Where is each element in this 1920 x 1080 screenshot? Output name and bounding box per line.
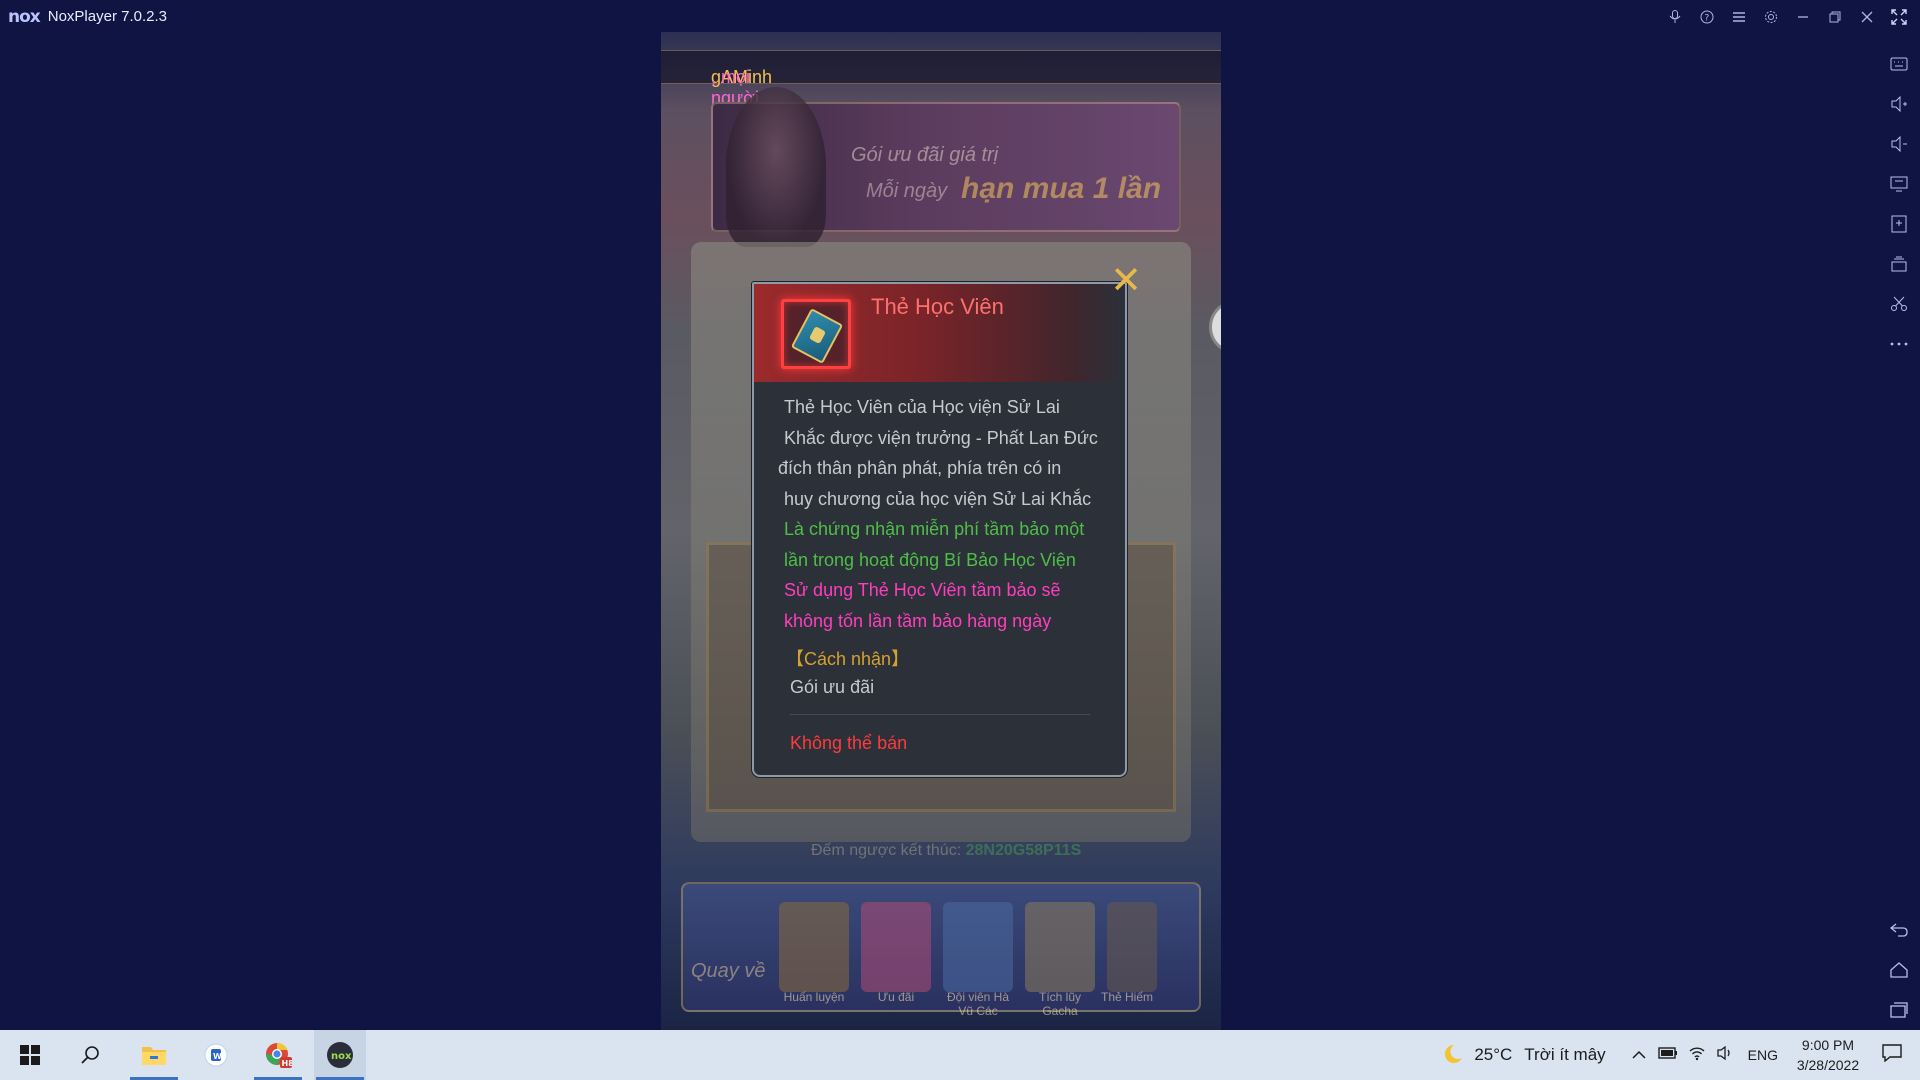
more-icon[interactable] xyxy=(1878,324,1920,364)
offer-gift-icon[interactable] xyxy=(861,902,931,992)
windows-logo-icon xyxy=(20,1045,40,1065)
countdown: Đếm ngược kết thúc: 28N20G58P11S xyxy=(811,842,1081,860)
search-button[interactable] xyxy=(64,1030,116,1080)
add-apk-icon[interactable] xyxy=(1878,204,1920,244)
rare-card-icon[interactable] xyxy=(1107,902,1157,992)
chrome-profile-badge: H8 xyxy=(282,1059,293,1068)
nox-taskbar-button[interactable]: nox xyxy=(314,1030,366,1080)
desc-line: huy chương của học viện Sử Lai Khắc xyxy=(784,488,1092,509)
offer-label: Ưu đãi xyxy=(877,990,915,1004)
android-nav-toolbar xyxy=(1878,910,1920,1030)
weather-description[interactable]: Trời ít mây xyxy=(1524,1045,1605,1065)
obtain-method-label: 【Cách nhận】 xyxy=(786,649,910,669)
input-language[interactable]: ENG xyxy=(1748,1047,1778,1063)
speaker-icon[interactable] xyxy=(1716,1045,1734,1065)
svg-text:?: ? xyxy=(1705,13,1710,23)
notifications-icon[interactable] xyxy=(1882,1044,1902,1066)
title-controls: ? xyxy=(1666,0,1908,33)
weather-temperature[interactable]: 25°C xyxy=(1474,1045,1512,1065)
battery-icon[interactable] xyxy=(1657,1046,1678,1064)
banner-line1: Gói ưu đãi giá trị xyxy=(851,144,999,166)
training-label: Huấn luyện xyxy=(783,990,845,1004)
banner-highlight: hạn mua 1 lần xyxy=(961,172,1162,205)
close-window-icon[interactable] xyxy=(1858,8,1876,26)
back-button[interactable]: Quay về xyxy=(691,960,765,983)
moon-cloud-icon xyxy=(1445,1044,1463,1063)
screen-icon[interactable] xyxy=(1878,164,1920,204)
search-icon xyxy=(81,1046,99,1064)
team-member-label: Đội viên Hà Vũ Các xyxy=(946,990,1010,1018)
benefit-line: lần trong hoạt động Bí Bảo Học Viện xyxy=(784,549,1076,570)
system-tray: 25°C Trời ít mây ENG 9:00 PM 3/28/2022 xyxy=(1440,1030,1920,1080)
popup-header: Thẻ Học Viên xyxy=(754,284,1125,382)
recent-apps-icon[interactable] xyxy=(1878,990,1920,1030)
start-button[interactable] xyxy=(4,1030,56,1080)
desc-line: đích thân phân phát, phía trên có in xyxy=(778,458,1062,478)
svg-text:W: W xyxy=(213,1052,222,1061)
multi-instance-icon[interactable] xyxy=(1878,244,1920,284)
side-toggle-button[interactable] xyxy=(1209,300,1221,354)
item-description: Thẻ Học Viên của Học viện Sử Lai Khắc đư… xyxy=(778,392,1119,636)
chevron-up-icon[interactable] xyxy=(1632,1047,1646,1064)
nox-app-icon: nox xyxy=(327,1042,353,1068)
screenshot-scissors-icon[interactable] xyxy=(1878,284,1920,324)
banner-line2: Mỗi ngày xyxy=(866,180,948,202)
team-member-icon[interactable] xyxy=(943,902,1013,992)
character-art xyxy=(726,87,826,247)
item-icon-frame xyxy=(781,299,851,369)
folder-icon xyxy=(142,1047,166,1065)
usage-line: không tốn lần tầm bảo hàng ngày xyxy=(784,610,1052,631)
usage-line: Sử dụng Thẻ Học Viên tầm bảo sẽ xyxy=(784,580,1061,600)
chrome-button[interactable]: H8 xyxy=(252,1030,304,1080)
settings-icon[interactable] xyxy=(1762,8,1780,26)
popup-title: Thẻ Học Viên xyxy=(871,294,1004,319)
right-toolbar xyxy=(1878,44,1920,364)
fullscreen-icon[interactable] xyxy=(1890,8,1908,26)
minimize-icon[interactable] xyxy=(1794,8,1812,26)
rare-card-label: Thẻ Hiếm xyxy=(1100,990,1153,1004)
desc-line: Khắc được viện trưởng - Phất Lan Đức xyxy=(784,427,1098,448)
restore-icon[interactable] xyxy=(1826,8,1844,26)
svg-text:nox: nox xyxy=(331,1051,352,1062)
file-explorer-button[interactable] xyxy=(128,1030,180,1080)
clock[interactable]: 9:00 PM 3/28/2022 xyxy=(1788,1035,1868,1075)
home-icon[interactable] xyxy=(1878,950,1920,990)
nox-logo: nox xyxy=(8,6,41,27)
popup-close-button[interactable]: ✕ xyxy=(1108,261,1144,300)
benefit-line: Là chứng nhận miễn phí tầm bảo một xyxy=(784,519,1085,539)
clock-date: 3/28/2022 xyxy=(1796,1057,1860,1073)
windows-taskbar: W H8 nox 25°C Trời ít mây ENG 9:00 PM 3/… xyxy=(0,1030,1920,1080)
countdown-label: Đếm ngược kết thúc: xyxy=(811,842,962,859)
training-icon[interactable] xyxy=(779,902,849,992)
word-app-icon: W xyxy=(204,1043,228,1067)
sell-status: Không thể bán xyxy=(790,733,908,753)
gacha-label: Tích lũy Gacha xyxy=(1038,990,1081,1018)
help-icon[interactable]: ? xyxy=(1698,8,1716,26)
item-info-popup: Thẻ Học Viên Thẻ Học Viên của Học viện S… xyxy=(752,282,1127,777)
wifi-icon[interactable] xyxy=(1688,1045,1706,1065)
obtain-source: Gói ưu đãi xyxy=(790,677,875,697)
volume-up-icon[interactable] xyxy=(1878,84,1920,124)
window-title: NoxPlayer 7.0.2.3 xyxy=(47,8,167,25)
keyboard-icon[interactable] xyxy=(1878,44,1920,84)
back-icon[interactable] xyxy=(1878,910,1920,950)
volume-down-icon[interactable] xyxy=(1878,124,1920,164)
student-card-icon xyxy=(790,308,844,364)
desc-line: Thẻ Học Viên của Học viện Sử Lai xyxy=(784,397,1060,417)
chrome-icon: H8 xyxy=(266,1042,293,1068)
microphone-icon[interactable] xyxy=(1666,8,1684,26)
divider xyxy=(790,714,1090,715)
title-bar: nox NoxPlayer 7.0.2.3 ? xyxy=(0,0,1920,33)
clock-time: 9:00 PM xyxy=(1801,1037,1855,1053)
announcement-marquee: gAMinh, mọi người mau đi khích lệ đại th… xyxy=(661,50,1221,234)
app-button[interactable]: W xyxy=(190,1030,242,1080)
countdown-value: 28N20G58P11S xyxy=(965,842,1082,859)
menu-icon[interactable] xyxy=(1730,8,1748,26)
gacha-accumulate-icon[interactable] xyxy=(1025,902,1095,992)
